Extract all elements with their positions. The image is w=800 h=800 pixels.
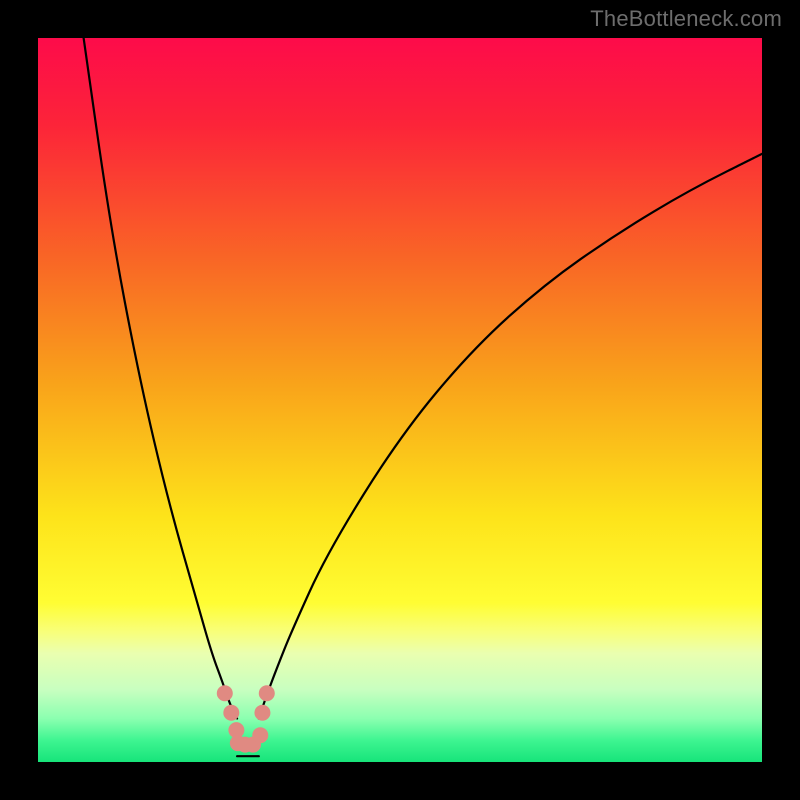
- plot-area: [38, 38, 762, 762]
- trough-marker: [254, 705, 270, 721]
- chart-stage: TheBottleneck.com: [0, 0, 800, 800]
- trough-marker: [252, 727, 268, 743]
- trough-marker: [259, 685, 275, 701]
- watermark-text: TheBottleneck.com: [590, 6, 782, 32]
- curve-left-branch: [84, 38, 237, 719]
- curve-right-branch: [259, 154, 762, 719]
- curve-layer: [38, 38, 762, 762]
- trough-markers-group: [217, 685, 275, 752]
- trough-marker: [217, 685, 233, 701]
- trough-marker: [223, 705, 239, 721]
